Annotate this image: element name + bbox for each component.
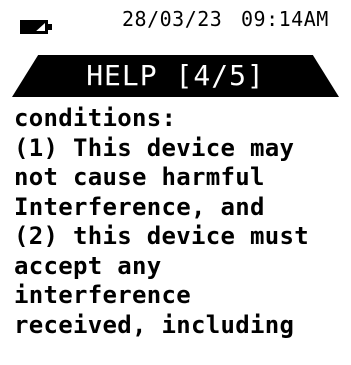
battery-tip — [48, 24, 52, 30]
status-bar: 28/03/23 09:14AM — [0, 0, 351, 42]
battery-level-fill — [23, 23, 45, 31]
help-line: (2) this device must — [14, 222, 309, 250]
status-time: 09:14AM — [241, 7, 329, 31]
help-text: conditions: (1) This device may not caus… — [14, 104, 344, 340]
help-line: received, including — [14, 310, 295, 339]
help-line: accept any — [14, 251, 162, 280]
help-line: Interference, and — [14, 192, 265, 221]
status-date: 28/03/23 — [122, 7, 223, 31]
device-screen: 28/03/23 09:14AM HELP [4/5] conditions: … — [0, 0, 351, 365]
help-line: not cause harmful — [14, 163, 265, 191]
help-line: (1) This device may — [14, 133, 295, 162]
help-line: interference — [14, 281, 191, 309]
help-line: conditions: — [14, 104, 177, 132]
title-banner: HELP [4/5] — [12, 55, 339, 97]
page-title: HELP [4/5] — [86, 59, 265, 92]
battery-icon — [20, 20, 48, 34]
